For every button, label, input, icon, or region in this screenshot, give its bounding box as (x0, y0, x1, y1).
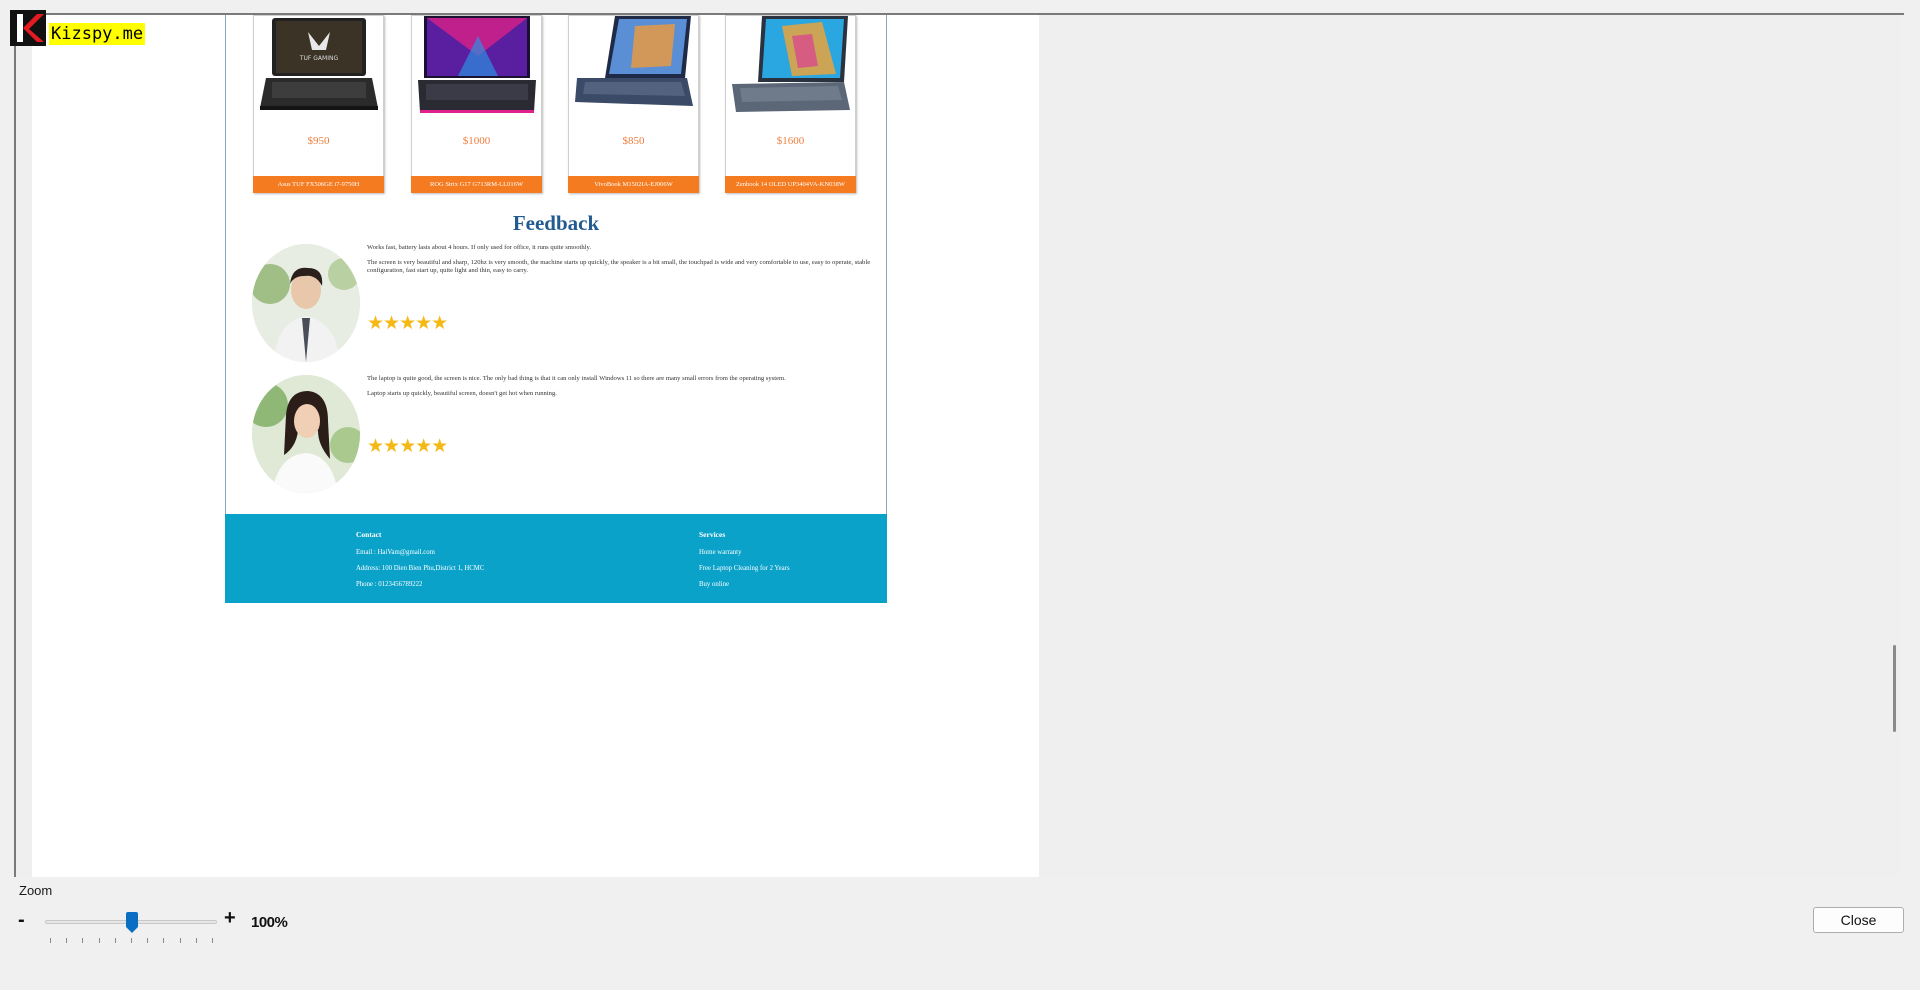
slider-tick (98, 938, 100, 943)
slider-tick (195, 938, 197, 943)
rendered-website: TUF GAMING $950 Asus TUF FX506GE i7-9750… (225, 15, 887, 603)
slider-tick (212, 938, 213, 943)
laptop-image (732, 16, 850, 112)
site-footer: Contact Email : HaiVam@gmail.com Address… (225, 514, 887, 603)
footer-contact: Contact Email : HaiVam@gmail.com Address… (356, 527, 484, 593)
footer-email[interactable]: Email : HaiVam@gmail.com (356, 545, 484, 561)
slider-tick (66, 938, 68, 943)
product-name[interactable]: Asus TUF FX506GE i7-9750H (253, 176, 384, 193)
product-name[interactable]: VivoBook M1502IA-EJ006W (568, 176, 699, 193)
product-list: TUF GAMING $950 Asus TUF FX506GE i7-9750… (226, 15, 886, 195)
zoom-label: Zoom (19, 883, 53, 898)
zoom-slider-ticks (50, 938, 214, 943)
footer-service-item[interactable]: Free Laptop Cleaning for 2 Years (699, 561, 790, 577)
vertical-scrollbar[interactable] (1880, 15, 1900, 877)
footer-contact-heading: Contact (356, 530, 382, 539)
reviewer-avatar (252, 244, 360, 362)
review-item: Works fast, battery lasts about 4 hours.… (252, 244, 882, 364)
review-item: The laptop is quite good, the screen is … (252, 375, 882, 495)
kizspy-logo-icon (10, 10, 46, 46)
laptop-image (418, 16, 536, 113)
reviewer-avatar (252, 375, 360, 493)
slider-tick (82, 938, 84, 943)
page-sheet: TUF GAMING $950 Asus TUF FX506GE i7-9750… (32, 15, 1039, 877)
product-card[interactable]: $1600 Zenbook 14 OLED UP3404VA-KN038W (725, 15, 856, 193)
close-button[interactable]: Close (1813, 907, 1904, 933)
preview-window: TUF GAMING $950 Asus TUF FX506GE i7-9750… (0, 0, 1920, 990)
footer-service-item[interactable]: Buy online (699, 577, 790, 593)
product-price: $950 (307, 135, 330, 147)
product-card[interactable]: $1000 ROG Strix G17 G713RM-LL016W (411, 15, 542, 193)
rating-stars: ★★★★★ (367, 436, 448, 457)
review-line: The laptop is quite good, the screen is … (367, 375, 786, 382)
slider-tick (147, 938, 149, 943)
logo-text: Kizspy.me (49, 23, 146, 45)
preview-viewport[interactable]: TUF GAMING $950 Asus TUF FX506GE i7-9750… (16, 15, 1899, 877)
zoom-in-button[interactable]: + (224, 908, 236, 928)
slider-tick (131, 938, 132, 943)
feedback-title: Feedback (512, 211, 600, 235)
rating-stars: ★★★★★ (367, 313, 448, 334)
product-card[interactable]: TUF GAMING $950 Asus TUF FX506GE i7-9750… (253, 15, 384, 193)
product-name[interactable]: ROG Strix G17 G713RM-LL016W (411, 176, 542, 193)
footer-services-heading: Services (699, 530, 726, 539)
footer-phone: Phone : 0123456789222 (356, 581, 423, 588)
product-price: $850 (622, 135, 645, 147)
footer-service-item[interactable]: Home warranty (699, 545, 790, 561)
reviewer-photo (252, 375, 360, 493)
scrollbar-thumb[interactable] (1893, 645, 1896, 732)
slider-tick (114, 938, 116, 943)
svg-text:TUF GAMING: TUF GAMING (299, 55, 339, 62)
laptop-image: TUF GAMING (260, 18, 378, 110)
zoom-value: 100% (251, 914, 288, 931)
laptop-image (575, 16, 693, 106)
review-line: The screen is very beautiful and sharp, … (367, 259, 871, 274)
product-name[interactable]: Zenbook 14 OLED UP3404VA-KN038W (725, 176, 856, 193)
review-line: Works fast, battery lasts about 4 hours.… (367, 244, 591, 251)
review-line: Laptop starts up quickly, beautiful scre… (367, 390, 557, 397)
kizspy-logo: Kizspy.me (10, 10, 146, 46)
slider-thumb-icon[interactable] (125, 912, 139, 934)
slider-tick (179, 938, 181, 943)
product-price: $1000 (462, 135, 491, 147)
slider-tick (163, 938, 165, 943)
product-card[interactable]: $850 VivoBook M1502IA-EJ006W (568, 15, 699, 193)
reviewer-photo (252, 244, 360, 362)
review-text: The laptop is quite good, the screen is … (367, 375, 882, 405)
review-text: Works fast, battery lasts about 4 hours.… (367, 244, 882, 282)
footer-services: Services Home warranty Free Laptop Clean… (699, 527, 790, 593)
zoom-out-button[interactable]: - (18, 910, 25, 930)
slider-tick (50, 938, 51, 943)
product-price: $1600 (776, 135, 805, 147)
footer-address: Address: 100 Dien Bien Phu,District 1, H… (356, 565, 485, 572)
